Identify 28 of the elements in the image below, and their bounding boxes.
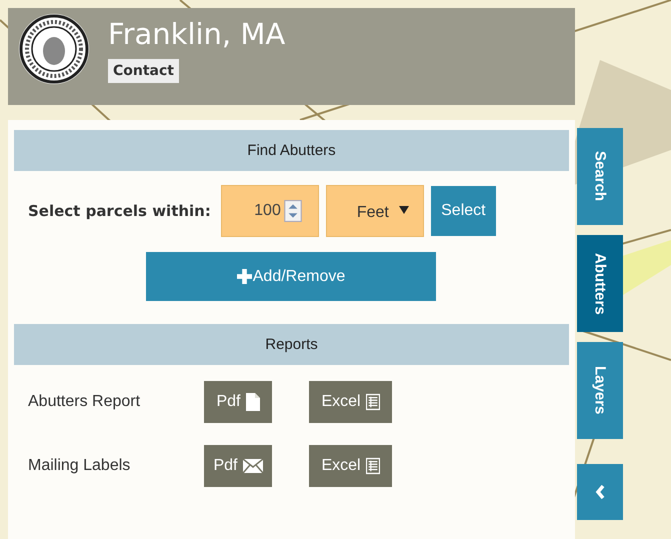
report-button[interactable]: Excel	[309, 445, 392, 487]
distance-label: Select parcels within:	[28, 202, 211, 220]
caret-icon	[398, 206, 409, 214]
seal-icon	[18, 13, 90, 85]
chevron-left-icon	[595, 485, 605, 499]
side-tab[interactable]: Layers	[577, 342, 623, 439]
spreadsheet-icon	[366, 457, 380, 475]
app-title: Franklin, MA	[108, 16, 286, 53]
side-tab[interactable]: Abutters	[577, 235, 623, 332]
distance-field[interactable]: 100	[220, 185, 319, 237]
collapse-button[interactable]	[577, 464, 623, 520]
report-label: Abutters Report	[28, 393, 142, 411]
document-icon	[246, 393, 260, 411]
plus-icon	[236, 269, 252, 284]
spinner-icon[interactable]	[284, 200, 302, 222]
report-label: Mailing Labels	[28, 457, 132, 475]
section-heading: Reports	[14, 324, 569, 365]
contact-button[interactable]: Contact	[108, 59, 179, 83]
select-button[interactable]: Select	[430, 186, 496, 236]
report-button[interactable]: Pdf	[204, 381, 272, 423]
envelope-icon	[242, 459, 262, 473]
report-button[interactable]: Pdf	[204, 445, 272, 487]
section-heading: Find Abutters	[14, 130, 569, 171]
unit-dropdown[interactable]: Feet	[326, 185, 424, 237]
side-tab[interactable]: Search	[577, 128, 623, 225]
add-remove-button[interactable]: Add/Remove	[146, 252, 436, 301]
spreadsheet-icon	[366, 393, 380, 411]
report-button[interactable]: Excel	[309, 381, 392, 423]
